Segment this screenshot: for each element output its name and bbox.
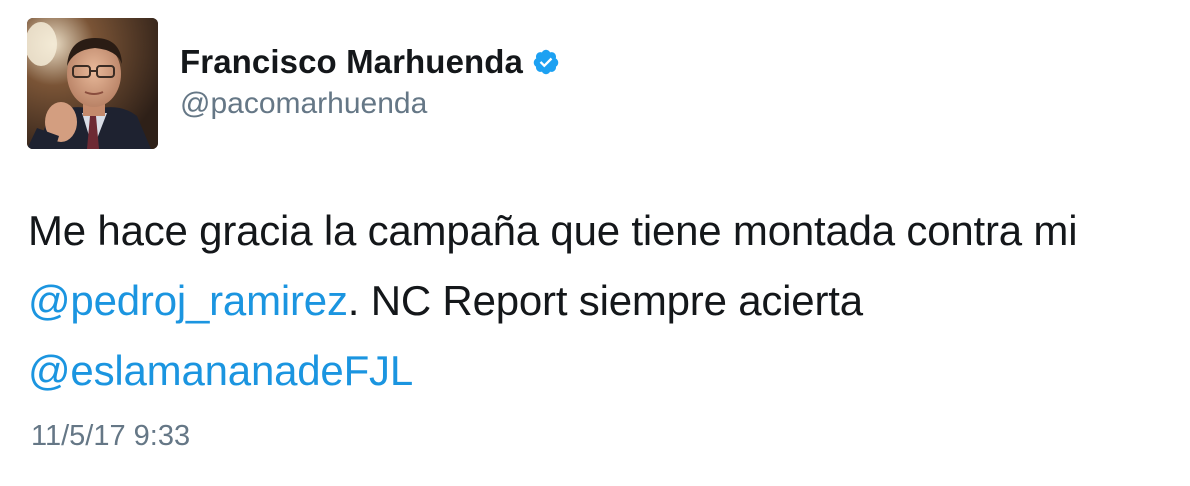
tweet-text-line-2: @pedroj_ramirez. NC Report siempre acier… [28,266,1178,336]
tweet-card: Francisco Marhuenda @pacomarhuenda Me ha… [0,0,1190,486]
tweet-timestamp[interactable]: 11/5/17 9:33 [31,420,190,453]
avatar[interactable] [27,18,158,149]
verified-badge-icon [532,48,560,76]
tweet-text-line-3: @eslamananadeFJL [28,336,1178,406]
user-handle[interactable]: @pacomarhuenda [180,87,427,121]
mention-link-pedroj-ramirez[interactable]: @pedroj_ramirez [28,277,348,324]
display-name[interactable]: Francisco Marhuenda [180,43,523,81]
tweet-text: Me hace gracia la campaña que tiene mont… [28,196,1178,406]
tweet-text-segment: . NC Report siempre acierta [347,277,863,324]
avatar-photo [27,18,158,149]
tweet-text-line-1: Me hace gracia la campaña que tiene mont… [28,207,1078,254]
display-name-row: Francisco Marhuenda [180,40,560,84]
mention-link-eslamananadefjl[interactable]: @eslamananadeFJL [28,347,413,394]
